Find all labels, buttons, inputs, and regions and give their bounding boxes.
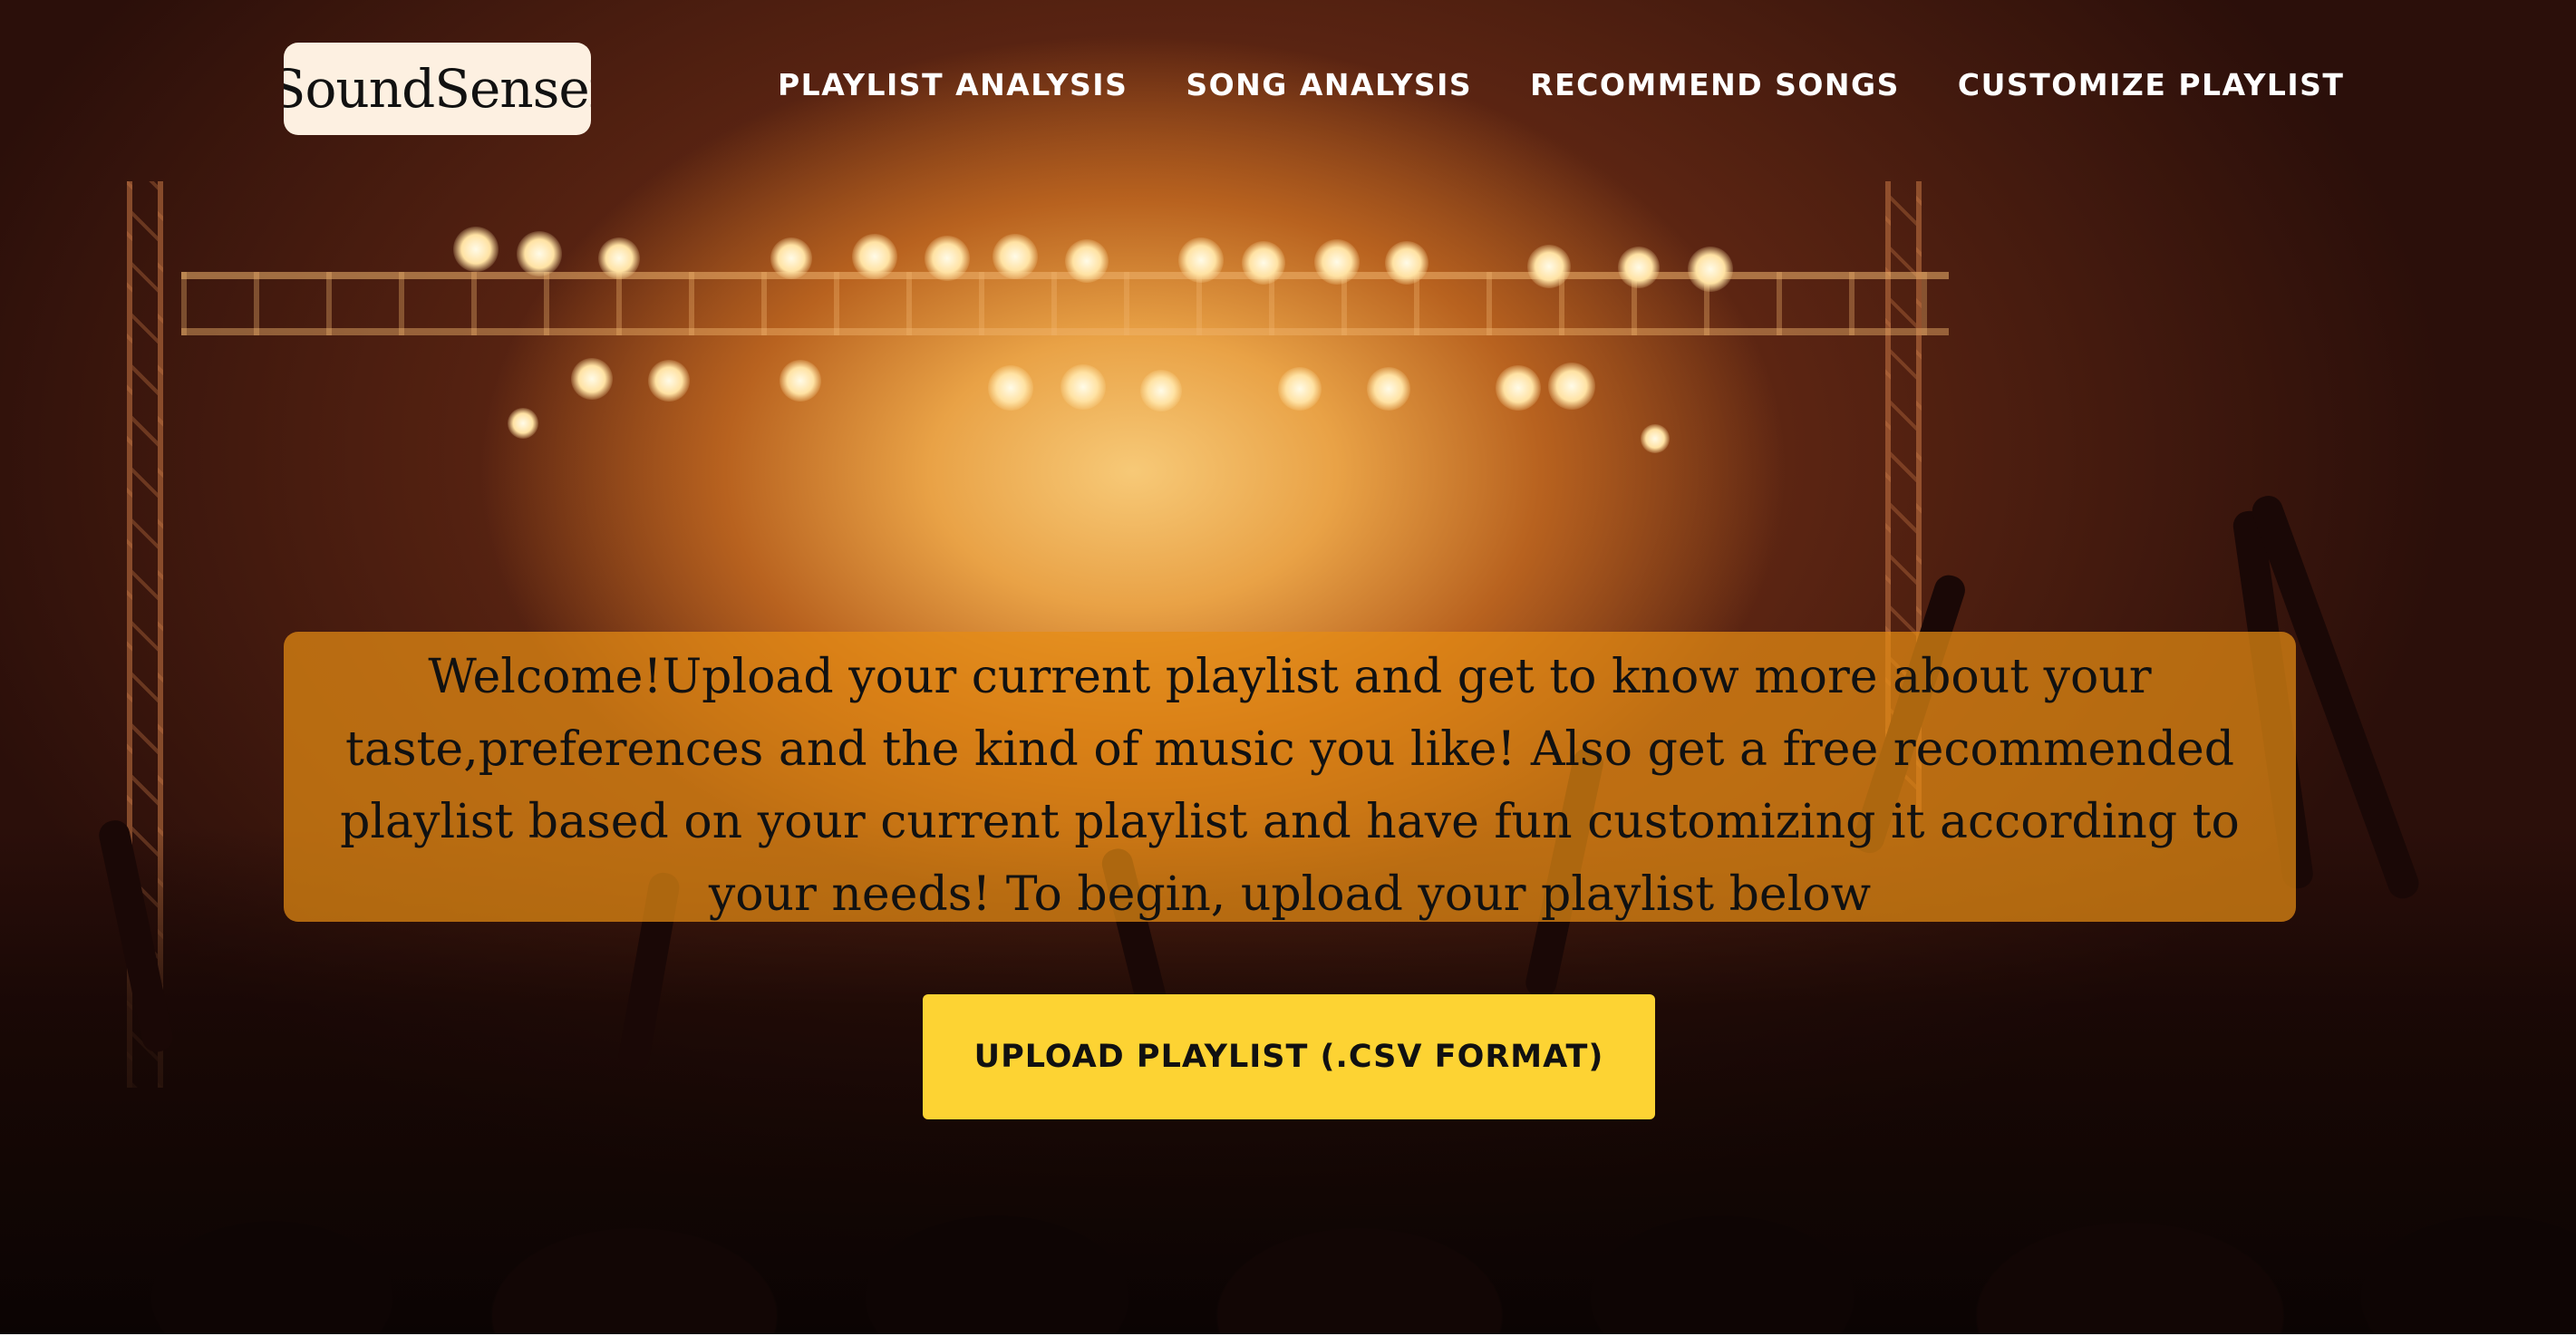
stage-light bbox=[852, 234, 897, 279]
stage-light bbox=[1641, 424, 1670, 453]
stage-light bbox=[780, 360, 821, 402]
stage-light bbox=[1242, 241, 1285, 285]
stage-light bbox=[770, 237, 812, 279]
stage-light bbox=[1688, 247, 1733, 292]
stage-truss bbox=[181, 272, 1949, 335]
stage-light bbox=[1367, 367, 1410, 411]
stage-light bbox=[517, 231, 562, 276]
stage-light bbox=[1385, 241, 1428, 285]
stage-light bbox=[1618, 247, 1660, 288]
stage-light bbox=[1140, 370, 1182, 411]
stage-light bbox=[925, 236, 970, 281]
nav-link-playlist-analysis[interactable]: PLAYLIST ANALYSIS bbox=[778, 67, 1128, 102]
welcome-message: Welcome!Upload your current playlist and… bbox=[284, 632, 2296, 922]
nav-link-song-analysis[interactable]: SONG ANALYSIS bbox=[1186, 67, 1472, 102]
stage-light bbox=[1314, 239, 1360, 285]
stage-light bbox=[1060, 364, 1106, 410]
upload-playlist-button[interactable]: UPLOAD PLAYLIST (.CSV FORMAT) bbox=[923, 994, 1655, 1119]
stage-light bbox=[988, 365, 1033, 411]
stage-light bbox=[1527, 245, 1571, 288]
stage-light bbox=[1496, 365, 1541, 411]
nav-link-recommend-songs[interactable]: RECOMMEND SONGS bbox=[1530, 67, 1900, 102]
stage-light bbox=[993, 234, 1038, 279]
hero-section: SoundSensei PLAYLIST ANALYSIS SONG ANALY… bbox=[0, 0, 2576, 1334]
stage-light bbox=[1178, 237, 1224, 283]
stage-light bbox=[453, 227, 499, 272]
site-logo[interactable]: SoundSensei bbox=[284, 43, 591, 135]
stage-light bbox=[1278, 367, 1322, 411]
stage-light bbox=[571, 358, 613, 400]
stage-light bbox=[598, 237, 640, 279]
stage-light bbox=[648, 360, 690, 402]
nav-link-customize-playlist[interactable]: CUSTOMIZE PLAYLIST bbox=[1958, 67, 2345, 102]
main-nav: PLAYLIST ANALYSIS SONG ANALYSIS RECOMMEN… bbox=[778, 67, 2344, 102]
stage-light bbox=[1065, 239, 1109, 283]
stage-light bbox=[1548, 363, 1595, 410]
stage-light bbox=[508, 408, 538, 439]
